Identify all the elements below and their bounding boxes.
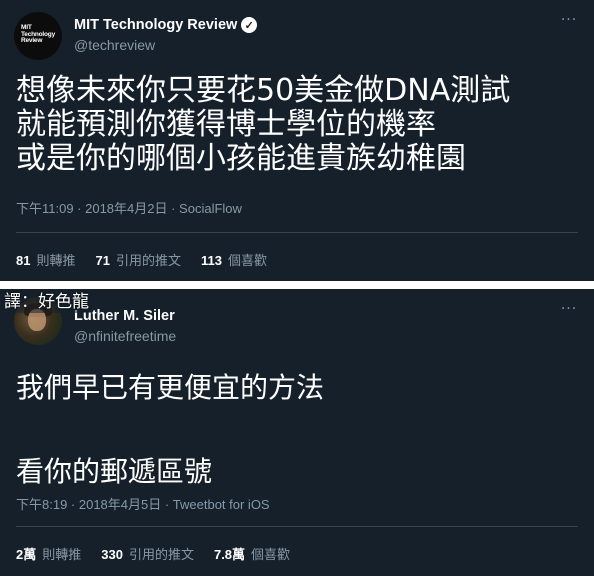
- divider-line: [16, 232, 578, 233]
- tweet-timestamp[interactable]: 下午8:19 · 2018年4月5日 · Tweetbot for iOS: [16, 494, 270, 513]
- quote-tweets-stat[interactable]: 71 引用的推文: [95, 250, 180, 269]
- translator-credit: 譯：好色龍: [0, 291, 93, 313]
- more-horizontal-icon[interactable]: ···: [560, 302, 578, 321]
- quote-tweets-stat[interactable]: 330 引用的推文: [101, 544, 194, 563]
- mit-technology-review-logo: MIT Technology Review: [21, 24, 55, 44]
- tweet-mit-technology-review[interactable]: MIT Technology Review MIT Technology Rev…: [0, 0, 594, 281]
- retweets-stat[interactable]: 81 則轉推: [16, 250, 75, 269]
- tweet-stats: 2萬 則轉推 330 引用的推文 7.8萬 個喜歡: [16, 544, 290, 563]
- tweet-text: 我們早已有更便宜的方法 看你的郵遞區號: [16, 371, 325, 488]
- author-handle[interactable]: @nfinitefreetime: [74, 328, 176, 344]
- verified-badge-icon: ✓: [241, 17, 258, 33]
- author-name-row[interactable]: MIT Technology Review ✓: [74, 16, 258, 34]
- tweet-separator: [0, 281, 594, 289]
- tweet-timestamp[interactable]: 下午11:09 · 2018年4月2日 · SocialFlow: [16, 198, 242, 217]
- author-block: MIT Technology Review ✓ @techreview: [74, 16, 258, 53]
- author-name[interactable]: MIT Technology Review: [74, 17, 237, 33]
- retweets-stat[interactable]: 2萬 則轉推: [16, 544, 81, 563]
- tweet-luther-m-siler[interactable]: Luther M. Siler @nfinitefreetime 譯：好色龍 ·…: [0, 289, 594, 576]
- likes-stat[interactable]: 113 個喜歡: [201, 250, 267, 269]
- divider-line: [16, 526, 578, 527]
- avatar[interactable]: MIT Technology Review: [14, 12, 62, 60]
- tweet-stats: 81 則轉推 71 引用的推文 113 個喜歡: [16, 250, 267, 269]
- more-horizontal-icon[interactable]: ···: [560, 13, 578, 32]
- tweet-text: 想像未來你只要花50美金做DNA測試 就能預測你獲得博士學位的機率 或是你的哪個…: [16, 73, 511, 176]
- likes-stat[interactable]: 7.8萬 個喜歡: [214, 544, 290, 563]
- author-handle[interactable]: @techreview: [74, 37, 257, 53]
